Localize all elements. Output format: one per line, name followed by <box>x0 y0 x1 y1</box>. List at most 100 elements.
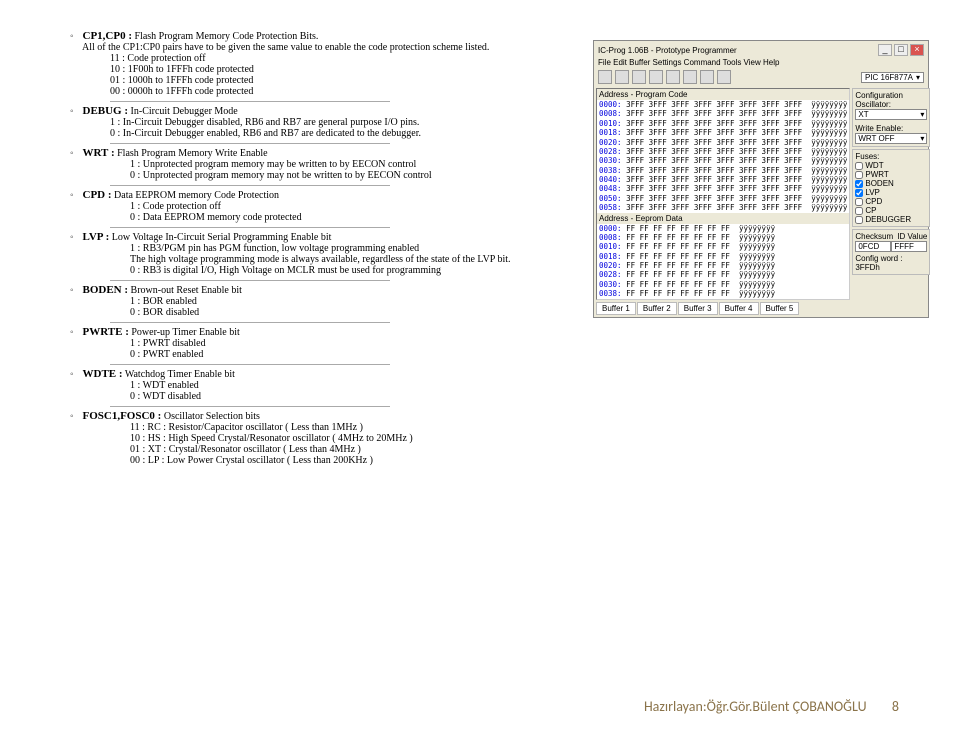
wdte-section: ◦ WDTE : Watchdog Timer Enable bit 1 : W… <box>70 368 600 402</box>
fuses-label: Fuses: <box>855 152 927 161</box>
cp-v00: 00 : 0000h to 1FFFh code protected <box>110 86 600 97</box>
minimize-icon[interactable]: _ <box>878 44 892 56</box>
cs-label: Checksum <box>855 232 893 241</box>
hex-row[interactable]: 0010: 3FFF 3FFF 3FFF 3FFF 3FFF 3FFF 3FFF… <box>597 119 849 128</box>
cpd-v0: 0 : Data EEPROM memory code protected <box>130 212 600 223</box>
hex-row[interactable]: 0058: 3FFF 3FFF 3FFF 3FFF 3FFF 3FFF 3FFF… <box>597 203 849 212</box>
bullet-icon: ◦ <box>70 232 80 243</box>
cpd-v1: 1 : Code protection off <box>130 201 600 212</box>
buffer-tab[interactable]: Buffer 3 <box>678 302 718 315</box>
fuse-checkbox[interactable]: BODEN <box>855 179 927 188</box>
hex-row[interactable]: 0000: FF FF FF FF FF FF FF FF ÿÿÿÿÿÿÿÿ <box>597 224 849 233</box>
author: Hazırlayan:Öğr.Gör.Bülent ÇOBANOĞLU <box>644 698 867 715</box>
bullet-icon: ◦ <box>70 31 80 42</box>
fosc-section: ◦ FOSC1,FOSC0 : Oscillator Selection bit… <box>70 410 600 466</box>
fosc-v00: 00 : LP : Low Power Crystal oscillator (… <box>130 455 600 466</box>
hex-row[interactable]: 0040: 3FFF 3FFF 3FFF 3FFF 3FFF 3FFF 3FFF… <box>597 175 849 184</box>
program-icon[interactable] <box>649 70 663 84</box>
hex-row[interactable]: 0018: 3FFF 3FFF 3FFF 3FFF 3FFF 3FFF 3FFF… <box>597 128 849 137</box>
hex-row[interactable]: 0038: 3FFF 3FFF 3FFF 3FFF 3FFF 3FFF 3FFF… <box>597 166 849 175</box>
idv-value: FFFF <box>891 241 927 252</box>
cp-label: CP1,CP0 : <box>83 30 133 42</box>
cp-note: All of the CP1:CP0 pairs have to be give… <box>82 42 600 53</box>
settings-icon[interactable] <box>632 70 646 84</box>
chevron-down-icon: ▾ <box>920 134 924 143</box>
bullet-icon: ◦ <box>70 148 80 159</box>
hex-row[interactable]: 0028: FF FF FF FF FF FF FF FF ÿÿÿÿÿÿÿÿ <box>597 270 849 279</box>
menu-bar[interactable]: File Edit Buffer Settings Command Tools … <box>596 57 926 68</box>
divider <box>110 322 390 323</box>
lvp-label: LVP : <box>83 231 110 243</box>
verify-icon[interactable] <box>683 70 697 84</box>
hex-row[interactable]: 0010: FF FF FF FF FF FF FF FF ÿÿÿÿÿÿÿÿ <box>597 242 849 251</box>
chevron-down-icon: ▾ <box>920 110 924 119</box>
debug-section: ◦ DEBUG : In-Circuit Debugger Mode 1 : I… <box>70 105 600 139</box>
fuse-checkbox[interactable]: CPD <box>855 197 927 206</box>
cfg-word: Config word : 3FFDh <box>855 254 927 272</box>
cp-desc: Flash Program Memory Code Protection Bit… <box>135 31 319 42</box>
hex-row[interactable]: 0008: FF FF FF FF FF FF FF FF ÿÿÿÿÿÿÿÿ <box>597 233 849 242</box>
close-icon[interactable]: × <box>910 44 924 56</box>
fuse-checkbox[interactable]: PWRT <box>855 170 927 179</box>
hex-row[interactable]: 0048: 3FFF 3FFF 3FFF 3FFF 3FFF 3FFF 3FFF… <box>597 184 849 193</box>
debug-desc: In-Circuit Debugger Mode <box>131 106 238 117</box>
chip-dropdown[interactable]: PIC 16F877A ▾ <box>861 72 924 83</box>
pwrte-desc: Power-up Timer Enable bit <box>131 327 239 338</box>
pwrte-label: PWRTE : <box>83 326 129 338</box>
divider <box>110 101 390 102</box>
hex-row[interactable]: 0020: FF FF FF FF FF FF FF FF ÿÿÿÿÿÿÿÿ <box>597 261 849 270</box>
buffer-tab[interactable]: Buffer 4 <box>719 302 759 315</box>
hex-row[interactable]: 0050: 3FFF 3FFF 3FFF 3FFF 3FFF 3FFF 3FFF… <box>597 194 849 203</box>
lvp-v1a: 1 : RB3/PGM pin has PGM function, low vo… <box>130 243 600 254</box>
open-icon[interactable] <box>598 70 612 84</box>
buffer-tab[interactable]: Buffer 1 <box>596 302 636 315</box>
divider <box>110 227 390 228</box>
hex-row[interactable]: 0030: 3FFF 3FFF 3FFF 3FFF 3FFF 3FFF 3FFF… <box>597 156 849 165</box>
bullet-icon: ◦ <box>70 190 80 201</box>
hex-row[interactable]: 0020: 3FFF 3FFF 3FFF 3FFF 3FFF 3FFF 3FFF… <box>597 138 849 147</box>
hex-row[interactable]: 0018: FF FF FF FF FF FF FF FF ÿÿÿÿÿÿÿÿ <box>597 252 849 261</box>
help-icon[interactable] <box>717 70 731 84</box>
cs-value: 0FCD <box>855 241 891 252</box>
bullet-icon: ◦ <box>70 106 80 117</box>
hex-row[interactable]: 0028: 3FFF 3FFF 3FFF 3FFF 3FFF 3FFF 3FFF… <box>597 147 849 156</box>
wrt-v1: 1 : Unprotected program memory may be wr… <box>130 159 600 170</box>
erase-icon[interactable] <box>700 70 714 84</box>
cp-v10: 10 : 1F00h to 1FFFh code protected <box>110 64 600 75</box>
lvp-section: ◦ LVP : Low Voltage In-Circuit Serial Pr… <box>70 231 600 276</box>
hex-row[interactable]: 0030: FF FF FF FF FF FF FF FF ÿÿÿÿÿÿÿÿ <box>597 280 849 289</box>
page-number: 8 <box>892 698 899 715</box>
icprog-window: IC-Prog 1.06B - Prototype Programmer _ □… <box>593 40 929 318</box>
chip-value: PIC 16F877A <box>865 73 913 82</box>
boden-v1: 1 : BOR enabled <box>130 296 600 307</box>
save-icon[interactable] <box>615 70 629 84</box>
divider <box>110 143 390 144</box>
wrt-section: ◦ WRT : Flash Program Memory Write Enabl… <box>70 147 600 181</box>
osc-dropdown[interactable]: XT▾ <box>855 109 927 120</box>
wdte-label: WDTE : <box>83 368 123 380</box>
fuse-checkbox[interactable]: CP <box>855 206 927 215</box>
lvp-v1b: The high voltage programming mode is alw… <box>130 254 600 265</box>
boden-desc: Brown-out Reset Enable bit <box>131 285 242 296</box>
buffer-tab[interactable]: Buffer 2 <box>637 302 677 315</box>
bullet-icon: ◦ <box>70 369 80 380</box>
maximize-icon[interactable]: □ <box>894 44 908 56</box>
hex-row[interactable]: 0008: 3FFF 3FFF 3FFF 3FFF 3FFF 3FFF 3FFF… <box>597 109 849 118</box>
cp-v11: 11 : Code protection off <box>110 53 600 64</box>
bullet-icon: ◦ <box>70 327 80 338</box>
wrt-label: WRT : <box>83 147 115 159</box>
debug-label: DEBUG : <box>83 105 129 117</box>
hex-row[interactable]: 0000: 3FFF 3FFF 3FFF 3FFF 3FFF 3FFF 3FFF… <box>597 100 849 109</box>
fuse-checkbox[interactable]: WDT <box>855 161 927 170</box>
wdte-v0: 0 : WDT disabled <box>130 391 600 402</box>
page-footer: Hazırlayan:Öğr.Gör.Bülent ÇOBANOĞLU 8 <box>644 698 899 715</box>
read-icon[interactable] <box>666 70 680 84</box>
window-controls: _ □ × <box>878 44 924 56</box>
fuse-checkbox[interactable]: DEBUGGER <box>855 215 927 224</box>
idv-label: ID Value <box>897 232 927 241</box>
buffer-tab[interactable]: Buffer 5 <box>760 302 800 315</box>
fuse-checkbox[interactable]: LVP <box>855 188 927 197</box>
config-title: Configuration <box>855 91 927 100</box>
hex-row[interactable]: 0038: FF FF FF FF FF FF FF FF ÿÿÿÿÿÿÿÿ <box>597 289 849 298</box>
we-dropdown[interactable]: WRT OFF▾ <box>855 133 927 144</box>
